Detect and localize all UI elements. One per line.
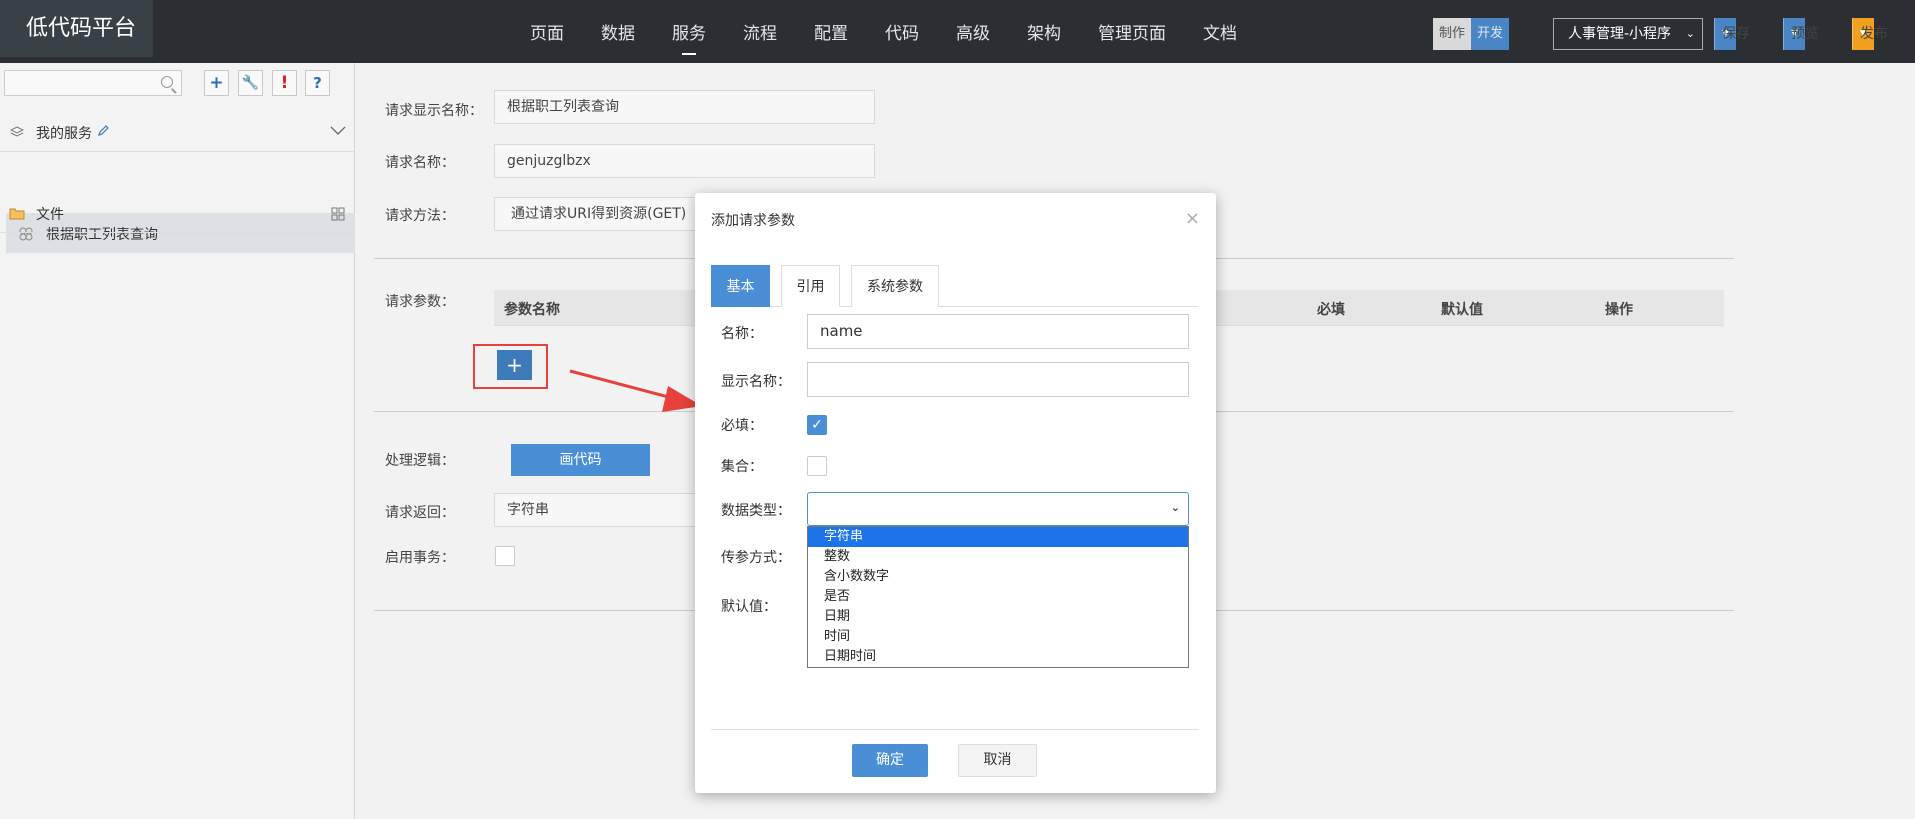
nav-config[interactable]: 配置 xyxy=(814,0,848,63)
dialog-footer-divider xyxy=(711,729,1199,730)
mode-make-button[interactable]: 制作 xyxy=(1433,18,1472,50)
collection-checkbox[interactable] xyxy=(807,456,827,476)
preview-button[interactable]: 预览 ▼ xyxy=(1783,18,1819,50)
top-bar: 低代码平台 页面 数据 服务 流程 配置 代码 高级 架构 管理页面 文档 制作… xyxy=(0,0,1915,63)
required-checkbox[interactable]: ✓ xyxy=(807,415,827,435)
publish-button[interactable]: 发布 ▼ xyxy=(1852,18,1888,50)
request-name-label: 请求名称： xyxy=(385,155,455,171)
nav-page[interactable]: 页面 xyxy=(530,0,564,63)
nav-advanced[interactable]: 高级 xyxy=(956,0,990,63)
annotation-highlight-box xyxy=(473,344,548,389)
chevron-down-icon: ⌄ xyxy=(1685,27,1695,40)
display-name-field[interactable]: 根据职工列表查询 xyxy=(494,90,875,124)
publish-label: 发布 xyxy=(1860,26,1888,42)
data-type-option[interactable]: 含小数数字 xyxy=(808,567,1188,587)
request-method-select[interactable]: 通过请求URI得到资源(GET) xyxy=(494,197,700,231)
app-select-value: 人事管理-小程序 xyxy=(1568,26,1672,42)
sidebar-group-label: 我的服务 xyxy=(36,126,92,142)
app-logo: 低代码平台 xyxy=(0,0,153,57)
param-name-label: 名称： xyxy=(721,326,763,342)
chevron-down-icon[interactable] xyxy=(330,126,346,136)
display-name-label: 请求显示名称： xyxy=(385,103,483,119)
nav-code[interactable]: 代码 xyxy=(885,0,919,63)
warning-icon[interactable]: ! xyxy=(272,70,297,96)
sidebar-group-files[interactable]: 文件 xyxy=(0,193,355,233)
add-icon[interactable]: + xyxy=(204,70,229,96)
save-label: 保存 xyxy=(1722,26,1750,42)
main-nav: 页面 数据 服务 流程 配置 代码 高级 架构 管理页面 文档 xyxy=(530,0,1274,63)
pass-method-label: 传参方式： xyxy=(721,550,791,566)
confirm-button[interactable]: 确定 xyxy=(852,744,928,777)
nav-flow[interactable]: 流程 xyxy=(743,0,777,63)
logic-label: 处理逻辑： xyxy=(385,453,455,469)
tab-system-params[interactable]: 系统参数 xyxy=(851,265,939,307)
search-icon[interactable] xyxy=(161,76,173,88)
close-icon[interactable]: × xyxy=(1185,208,1200,229)
app-select[interactable]: 人事管理-小程序 ⌄ xyxy=(1553,18,1703,50)
data-type-option[interactable]: 是否 xyxy=(808,587,1188,607)
sidebar-group-label: 文件 xyxy=(36,207,64,223)
required-label: 必填： xyxy=(721,418,763,434)
cancel-button[interactable]: 取消 xyxy=(958,744,1037,777)
layers-icon xyxy=(10,126,24,137)
chevron-down-icon: ⌄ xyxy=(1170,501,1180,514)
param-display-name-input[interactable] xyxy=(807,362,1189,397)
data-type-option[interactable]: 日期时间 xyxy=(808,647,1188,667)
nav-data[interactable]: 数据 xyxy=(601,0,635,63)
help-icon[interactable]: ? xyxy=(305,70,330,96)
default-value-label: 默认值： xyxy=(721,599,777,615)
nav-architecture[interactable]: 架构 xyxy=(1027,0,1061,63)
transaction-label: 启用事务： xyxy=(385,550,455,566)
transaction-checkbox[interactable] xyxy=(495,546,515,566)
data-type-option[interactable]: 整数 xyxy=(808,547,1188,567)
add-param-dialog: 添加请求参数 × 基本 引用 系统参数 名称： name 显示名称： 必填： ✓… xyxy=(695,193,1216,793)
nav-docs[interactable]: 文档 xyxy=(1203,0,1237,63)
column-header-required: 必填 xyxy=(1317,302,1345,318)
dialog-tabs: 基本 引用 系统参数 xyxy=(711,265,1199,307)
edit-icon[interactable] xyxy=(97,125,109,137)
return-label: 请求返回： xyxy=(385,505,455,521)
preview-label: 预览 xyxy=(1791,26,1819,42)
save-button[interactable]: 保存 ▼ xyxy=(1714,18,1750,50)
nav-service[interactable]: 服务 xyxy=(672,0,706,63)
sidebar-group-my-services[interactable]: 我的服务 xyxy=(0,112,355,152)
tab-basic[interactable]: 基本 xyxy=(711,265,770,307)
folder-icon xyxy=(9,208,25,220)
param-display-name-label: 显示名称： xyxy=(721,374,791,390)
column-header-default: 默认值 xyxy=(1441,302,1483,318)
column-header-param-name: 参数名称 xyxy=(504,302,560,318)
collection-label: 集合： xyxy=(721,459,763,475)
dialog-title: 添加请求参数 xyxy=(711,213,795,229)
mode-toggle: 制作 开发 xyxy=(1433,18,1510,50)
data-type-dropdown: 字符串 整数 含小数数字 是否 日期 时间 日期时间 xyxy=(807,526,1189,668)
data-type-option[interactable]: 日期 xyxy=(808,607,1188,627)
grid-icon[interactable] xyxy=(331,207,345,221)
mode-dev-button[interactable]: 开发 xyxy=(1471,18,1510,50)
return-type-select[interactable]: 字符串 xyxy=(494,493,704,527)
request-method-label: 请求方法： xyxy=(385,208,455,224)
data-type-label: 数据类型： xyxy=(721,503,791,519)
request-params-label: 请求参数： xyxy=(385,294,455,310)
sidebar-search-input[interactable] xyxy=(4,70,182,96)
column-header-actions: 操作 xyxy=(1605,302,1633,318)
param-name-input[interactable]: name xyxy=(807,314,1189,349)
nav-admin-page[interactable]: 管理页面 xyxy=(1098,0,1166,63)
data-type-select[interactable]: ⌄ xyxy=(807,492,1189,526)
tab-reference[interactable]: 引用 xyxy=(781,265,840,307)
draw-code-button[interactable]: 画代码 xyxy=(511,444,650,476)
sidebar: + 🔧 ! ? 我的服务 根据职工列表查询 文件 xyxy=(0,63,355,819)
data-type-option[interactable]: 字符串 xyxy=(808,527,1188,547)
request-name-field[interactable]: genjuzglbzx xyxy=(494,144,875,178)
data-type-option[interactable]: 时间 xyxy=(808,627,1188,647)
wrench-icon[interactable]: 🔧 xyxy=(238,70,263,96)
